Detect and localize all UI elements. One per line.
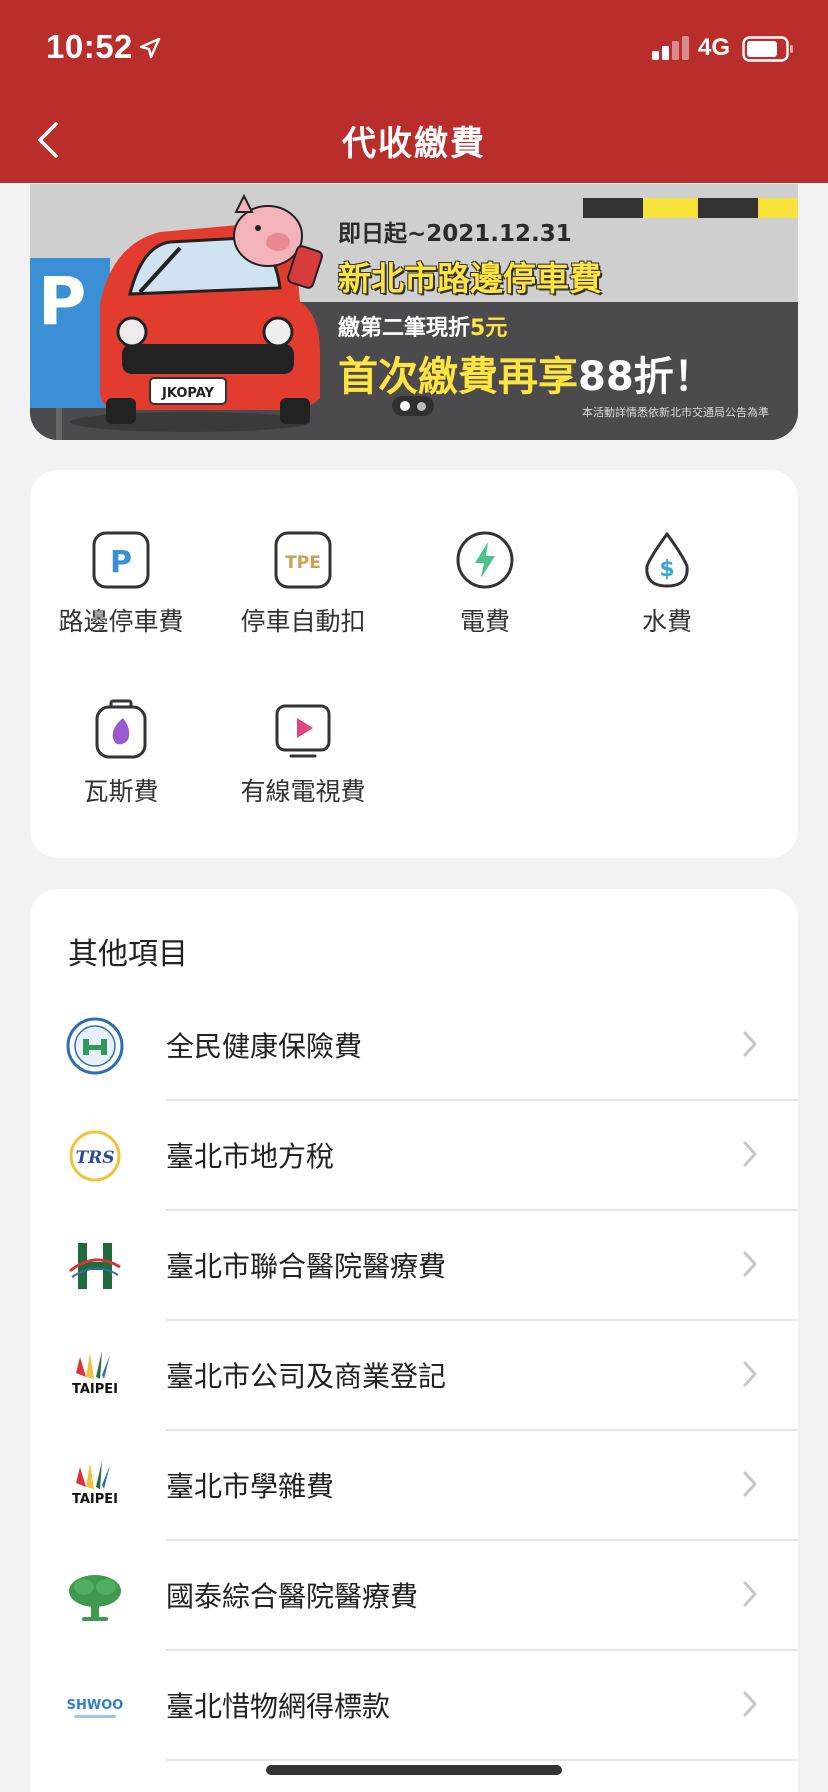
category-gas[interactable]: 瓦斯費 — [30, 698, 212, 808]
list-item-tpe-hospital[interactable]: 臺北市聯合醫院醫療費 — [30, 1211, 798, 1321]
parking-icon: P — [92, 531, 150, 589]
banner-sub-prefix: 繳第二筆現折 — [338, 316, 471, 341]
banner-note: 本活動詳情悉依新北市交通局公告為準 — [582, 406, 769, 419]
list-item-label: 臺北市學雜費 — [166, 1470, 335, 1503]
electricity-icon — [456, 531, 514, 589]
taipei-logo-text: TAIPEI — [72, 1382, 118, 1397]
cellular-signal-icon — [652, 36, 689, 60]
network-type: 4G — [698, 34, 731, 61]
other-items-list: 其他項目 全民健康保險費 TRS 臺北市地方稅 臺北市聯合醫院醫療費 TAIPE… — [30, 889, 798, 1792]
banner-subtitle: 繳第二筆現折5元 — [338, 310, 507, 342]
location-arrow-icon — [139, 37, 161, 59]
cable-tv-icon — [275, 704, 331, 758]
category-label: 有線電視費 — [240, 777, 366, 806]
category-electricity[interactable]: 電費 — [394, 528, 576, 638]
list-item-label: 全民健康保險費 — [166, 1030, 363, 1063]
category-street-parking[interactable]: P 路邊停車費 — [30, 528, 212, 638]
section-title: 其他項目 — [68, 937, 188, 972]
tpe-tax-logo: TRS — [69, 1130, 121, 1182]
category-cable-tv[interactable]: 有線電視費 — [212, 698, 394, 808]
list-item-label: 臺北市公司及商業登記 — [166, 1360, 447, 1393]
taipei-city-logo: TAIPEI — [72, 1461, 118, 1507]
list-item-cathay-hospital[interactable]: 國泰綜合醫院醫療費 — [30, 1541, 798, 1651]
category-label: 路邊停車費 — [58, 607, 184, 636]
chevron-right-icon — [743, 1031, 757, 1057]
banner-big-prefix: 首次繳費再享 — [338, 354, 578, 400]
category-label: 瓦斯費 — [83, 777, 159, 806]
divider — [166, 1759, 798, 1761]
page-title: 代收繳費 — [342, 124, 486, 164]
svg-text:$: $ — [659, 557, 674, 582]
chevron-right-icon — [743, 1471, 757, 1497]
page-dot — [417, 402, 426, 411]
license-plate: JKOPAY — [161, 386, 215, 401]
promo-banner[interactable]: P JKOPAY 即日起~2021.12.31 新北市路邊停車費 繳第二筆現折5… — [30, 184, 798, 440]
chevron-right-icon — [743, 1141, 757, 1167]
chevron-right-icon — [743, 1361, 757, 1387]
status-time: 10:52 — [46, 28, 133, 65]
category-label: 電費 — [459, 607, 510, 636]
banner-sub-amount: 5元 — [470, 316, 508, 341]
shwoo-logo: SHWOO — [67, 1698, 124, 1718]
banner-page-indicator — [392, 396, 434, 416]
cathay-hospital-logo — [69, 1575, 121, 1621]
parking-sign-letter: P — [38, 263, 86, 340]
banner-offer: 首次繳費再享88折！ — [338, 344, 714, 402]
list-item-nhi[interactable]: 全民健康保險費 — [30, 991, 798, 1101]
header-bar: 10:52 4G 代收繳費 — [0, 0, 828, 183]
chevron-right-icon — [743, 1581, 757, 1607]
list-item-label: 臺北惜物網得標款 — [166, 1690, 391, 1723]
list-item-shwoo[interactable]: SHWOO 臺北惜物網得標款 — [30, 1651, 798, 1761]
category-label: 停車自動扣 — [240, 607, 366, 636]
banner-date: 即日起~2021.12.31 — [338, 221, 572, 247]
list-item-label: 國泰綜合醫院醫療費 — [166, 1580, 419, 1613]
chevron-right-icon — [743, 1691, 757, 1717]
list-item-tpe-tax[interactable]: TRS 臺北市地方稅 — [30, 1101, 798, 1211]
nhi-logo — [66, 1017, 124, 1075]
shwoo-logo-text: SHWOO — [67, 1698, 124, 1713]
battery-icon — [742, 36, 793, 62]
banner-discount: 88折！ — [578, 354, 714, 400]
water-icon: $ — [645, 532, 689, 588]
taipei-city-logo: TAIPEI — [72, 1351, 118, 1397]
category-grid: P 路邊停車費 TPE 停車自動扣 電費 $ 水費 瓦斯費 有線電視費 — [30, 470, 798, 858]
category-water[interactable]: $ 水費 — [576, 528, 758, 638]
gas-icon — [95, 699, 147, 759]
taipei-logo-text: TAIPEI — [72, 1492, 118, 1507]
banner-headline: 新北市路邊停車費 — [338, 259, 602, 298]
home-indicator — [266, 1765, 562, 1775]
tpe-hospital-logo — [69, 1243, 121, 1289]
svg-text:P: P — [110, 545, 132, 580]
list-item-school-fees[interactable]: TAIPEI 臺北市學雜費 — [30, 1431, 798, 1541]
list-item-company-registration[interactable]: TAIPEI 臺北市公司及商業登記 — [30, 1321, 798, 1431]
chevron-right-icon — [743, 1251, 757, 1277]
category-auto-parking[interactable]: TPE 停車自動扣 — [212, 528, 394, 638]
list-item-label: 臺北市聯合醫院醫療費 — [166, 1250, 447, 1283]
tpe-tax-logo-text: TRS — [75, 1148, 114, 1168]
tpe-icon-text: TPE — [285, 553, 321, 573]
page-dot-active — [400, 401, 410, 411]
app-screen: 10:52 4G 代收繳費 P JKOPAY 即日起~2021.12.31 新北… — [0, 0, 828, 1792]
tpe-parking-icon: TPE — [274, 531, 332, 589]
list-item-label: 臺北市地方稅 — [166, 1140, 335, 1173]
category-label: 水費 — [641, 607, 692, 636]
